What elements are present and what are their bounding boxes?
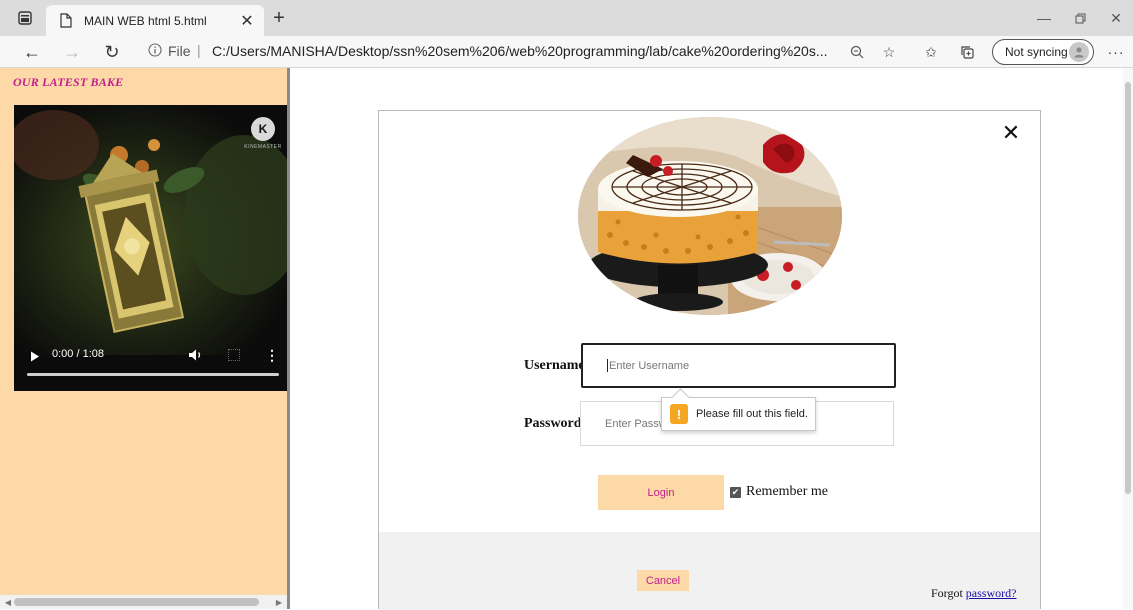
scroll-left-icon[interactable]: ◀ [3, 597, 13, 607]
cake-image [578, 117, 842, 315]
more-menu-icon[interactable]: ··· [1104, 41, 1128, 63]
refresh-icon[interactable]: ↻ [98, 39, 126, 65]
page-viewport: OUR LATEST BAKE K KINEMASTER 0:00 / 1:08… [0, 68, 1133, 610]
validation-tooltip: ! Please fill out this field. [661, 397, 816, 431]
close-tab-icon[interactable]: ✕ [236, 10, 258, 32]
kinemaster-logo-icon: K [251, 117, 275, 141]
video-progress-bar[interactable] [27, 373, 279, 376]
sync-label: Not syncing [1005, 45, 1068, 59]
restore-icon[interactable] [1063, 6, 1097, 30]
fullscreen-icon[interactable] [228, 349, 240, 361]
volume-icon[interactable] [188, 348, 206, 362]
zoom-icon[interactable] [846, 41, 868, 63]
username-input[interactable]: Enter Username [581, 343, 896, 388]
horizontal-scrollbar[interactable]: ◀ ▶ [0, 595, 287, 609]
close-window-icon[interactable]: ✕ [1099, 6, 1133, 30]
tab-title: MAIN WEB html 5.html [84, 13, 207, 28]
validation-message: Please fill out this field. [696, 408, 808, 420]
left-frame: OUR LATEST BAKE K KINEMASTER 0:00 / 1:08… [0, 68, 290, 609]
play-icon[interactable] [28, 349, 42, 363]
forward-arrow-icon[interactable]: → [58, 39, 86, 65]
kinemaster-watermark: K KINEMASTER [244, 117, 282, 157]
tab-actions-icon[interactable] [14, 8, 36, 28]
favorites-icon[interactable]: ✩ [920, 41, 942, 63]
vertical-scrollbar-thumb[interactable] [1125, 82, 1131, 494]
remember-label: Remember me [746, 484, 829, 499]
watermark-text: KINEMASTER [244, 144, 282, 150]
username-placeholder: Enter Username [609, 359, 690, 372]
video-player[interactable]: K KINEMASTER 0:00 / 1:08 ⋮ [14, 105, 287, 391]
text-caret [607, 359, 608, 372]
add-favorite-icon[interactable]: ☆ [878, 41, 900, 63]
login-modal: ✕ Username Enter Username Password Enter… [378, 110, 1041, 610]
title-bar: MAIN WEB html 5.html ✕ + — ✕ [0, 0, 1133, 36]
forgot-password: Forgot password? [931, 586, 1016, 601]
login-button[interactable]: Login [598, 475, 724, 510]
forgot-prefix: Forgot [931, 586, 963, 600]
checkbox-checked-icon[interactable]: ✔ [730, 486, 741, 498]
password-label: Password [524, 416, 582, 431]
forgot-password-link[interactable]: password? [966, 586, 1017, 600]
warning-icon: ! [670, 404, 688, 424]
page-icon [58, 13, 74, 29]
modal-footer: Cancel Forgot password? [379, 532, 1040, 610]
username-label: Username [524, 358, 585, 373]
cancel-button[interactable]: Cancel [637, 570, 689, 591]
close-icon[interactable]: ✕ [999, 120, 1023, 145]
address-bar[interactable]: C:/Users/MANISHA/Desktop/ssn%20sem%206/w… [212, 43, 832, 59]
cake-illustration [578, 117, 842, 315]
new-tab-button[interactable]: + [268, 7, 290, 29]
profile-sync-button[interactable]: Not syncing [992, 39, 1094, 65]
back-arrow-icon[interactable]: ← [18, 39, 46, 65]
collections-icon[interactable] [956, 41, 978, 63]
scrollbar-thumb[interactable] [14, 598, 259, 606]
info-icon[interactable] [146, 41, 164, 59]
address-toolbar: ← → ↻ File | C:/Users/MANISHA/Desktop/ss… [0, 36, 1133, 68]
video-options-icon[interactable]: ⋮ [265, 347, 279, 363]
address-scheme: File [168, 43, 191, 59]
avatar [1069, 42, 1089, 62]
latest-bake-heading: OUR LATEST BAKE [13, 75, 124, 89]
remember-me-checkbox[interactable]: ✔ Remember me [730, 484, 828, 500]
vertical-scrollbar[interactable] [1123, 68, 1133, 609]
minimize-icon[interactable]: — [1027, 6, 1061, 30]
scroll-right-icon[interactable]: ▶ [274, 597, 284, 607]
video-time: 0:00 / 1:08 [52, 348, 104, 360]
address-separator: | [197, 42, 201, 58]
browser-tab[interactable]: MAIN WEB html 5.html ✕ [46, 5, 264, 36]
